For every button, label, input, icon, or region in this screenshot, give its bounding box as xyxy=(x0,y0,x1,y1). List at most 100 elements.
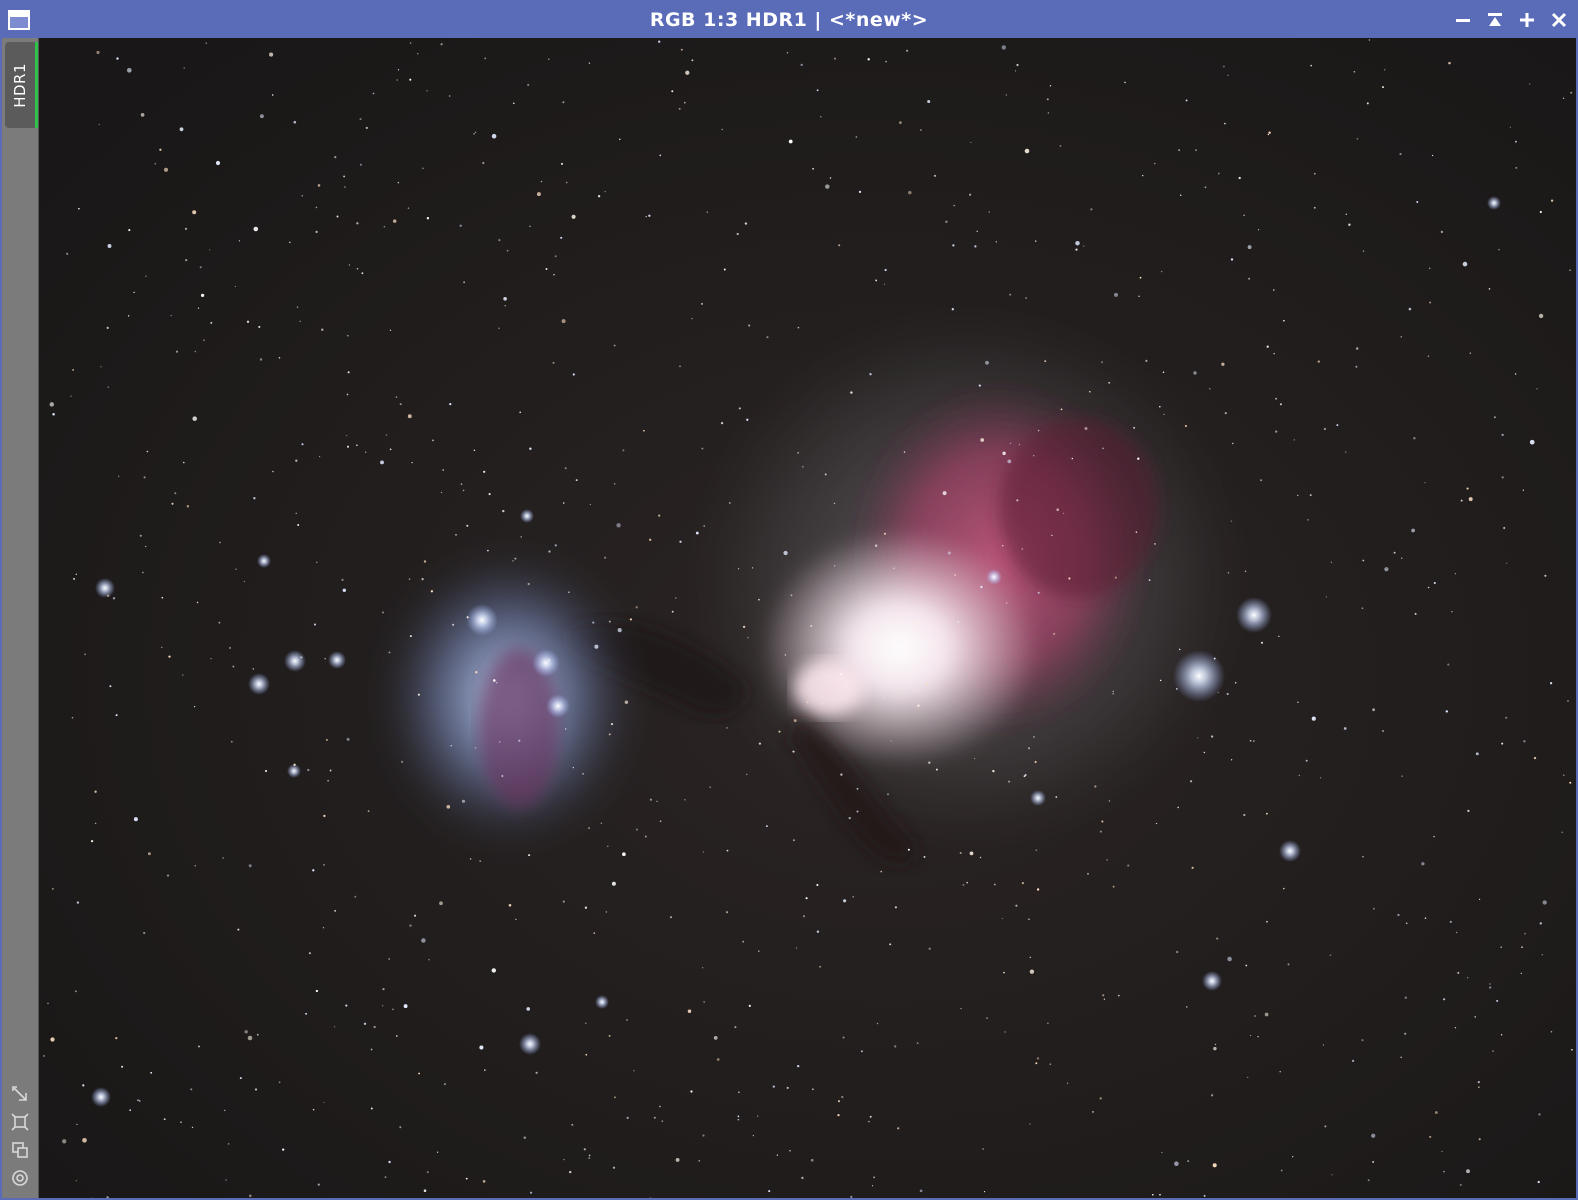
star xyxy=(423,560,427,563)
windows-icon[interactable] xyxy=(10,1140,30,1160)
star xyxy=(786,52,789,54)
star xyxy=(400,760,404,764)
star xyxy=(588,827,591,830)
star xyxy=(442,469,445,471)
star xyxy=(1234,681,1237,684)
star xyxy=(75,573,78,576)
star xyxy=(460,483,463,485)
star xyxy=(926,682,929,685)
star xyxy=(842,1036,845,1039)
star xyxy=(300,656,303,659)
star xyxy=(810,1158,814,1162)
maximize-top-button[interactable] xyxy=(1484,9,1506,31)
star xyxy=(790,594,793,597)
star xyxy=(1090,208,1093,211)
star xyxy=(334,910,336,912)
star xyxy=(515,918,517,921)
star xyxy=(959,851,962,855)
star xyxy=(908,190,912,195)
star xyxy=(954,574,957,576)
view-tab-hdr1[interactable]: HDR1 xyxy=(5,42,38,128)
star xyxy=(1174,1161,1179,1166)
star xyxy=(742,940,745,943)
star xyxy=(1536,388,1538,390)
maximize-button[interactable] xyxy=(1516,9,1538,31)
star xyxy=(916,1042,919,1044)
star xyxy=(985,360,989,365)
frame-icon[interactable] xyxy=(10,1112,30,1132)
close-icon xyxy=(1551,12,1567,28)
star xyxy=(927,99,931,104)
star xyxy=(1478,1086,1480,1088)
star xyxy=(919,129,922,131)
star xyxy=(428,958,430,961)
star xyxy=(383,225,386,228)
star xyxy=(1449,920,1452,924)
star xyxy=(529,225,531,227)
star xyxy=(792,839,795,842)
star xyxy=(1112,690,1115,693)
window-menu-icon[interactable] xyxy=(8,10,30,30)
star xyxy=(1521,946,1523,948)
star xyxy=(1176,950,1179,954)
star xyxy=(323,814,326,818)
star xyxy=(356,267,359,270)
star xyxy=(837,1113,840,1117)
star xyxy=(1323,427,1326,431)
star xyxy=(772,1085,775,1088)
star xyxy=(1428,267,1431,270)
star xyxy=(466,616,469,619)
star xyxy=(70,395,72,397)
star xyxy=(72,369,74,371)
star xyxy=(675,597,677,599)
star xyxy=(1405,922,1408,925)
star xyxy=(1260,479,1263,482)
star xyxy=(198,1045,200,1048)
star xyxy=(166,874,170,877)
star xyxy=(1035,849,1038,851)
star xyxy=(323,863,326,866)
star xyxy=(1433,581,1436,585)
star xyxy=(324,657,327,660)
star xyxy=(1230,258,1234,261)
title-bar[interactable]: RGB 1:3 HDR1 | <*new*> xyxy=(2,2,1576,38)
star xyxy=(679,540,682,543)
image-view[interactable] xyxy=(39,38,1576,1198)
star xyxy=(1137,457,1140,460)
star xyxy=(1330,561,1333,564)
star xyxy=(308,952,311,955)
star xyxy=(1459,1183,1462,1186)
star xyxy=(385,434,388,436)
star xyxy=(1515,140,1517,143)
plus-icon xyxy=(1520,13,1534,27)
star xyxy=(698,1159,701,1162)
star xyxy=(170,314,172,317)
star xyxy=(1522,489,1524,491)
star xyxy=(923,855,926,858)
star xyxy=(426,90,428,92)
star xyxy=(953,204,955,207)
star xyxy=(678,107,681,110)
star xyxy=(1561,831,1563,833)
star xyxy=(802,466,804,468)
close-button[interactable] xyxy=(1548,9,1570,31)
star xyxy=(1384,69,1386,71)
star xyxy=(1113,292,1119,297)
star xyxy=(1478,1138,1481,1141)
star xyxy=(1258,229,1260,231)
star xyxy=(875,279,878,282)
star xyxy=(980,438,985,442)
star xyxy=(928,947,931,950)
target-icon[interactable] xyxy=(10,1168,30,1188)
star xyxy=(1569,781,1572,784)
star xyxy=(333,1026,336,1028)
star xyxy=(1489,986,1492,989)
arrow-diagonal-icon[interactable] xyxy=(10,1084,30,1104)
star xyxy=(312,869,315,872)
star xyxy=(1505,716,1508,719)
star xyxy=(100,366,102,368)
shade-button[interactable] xyxy=(1452,9,1474,31)
star xyxy=(986,1017,988,1019)
star xyxy=(1213,1046,1217,1051)
star xyxy=(1101,820,1104,823)
